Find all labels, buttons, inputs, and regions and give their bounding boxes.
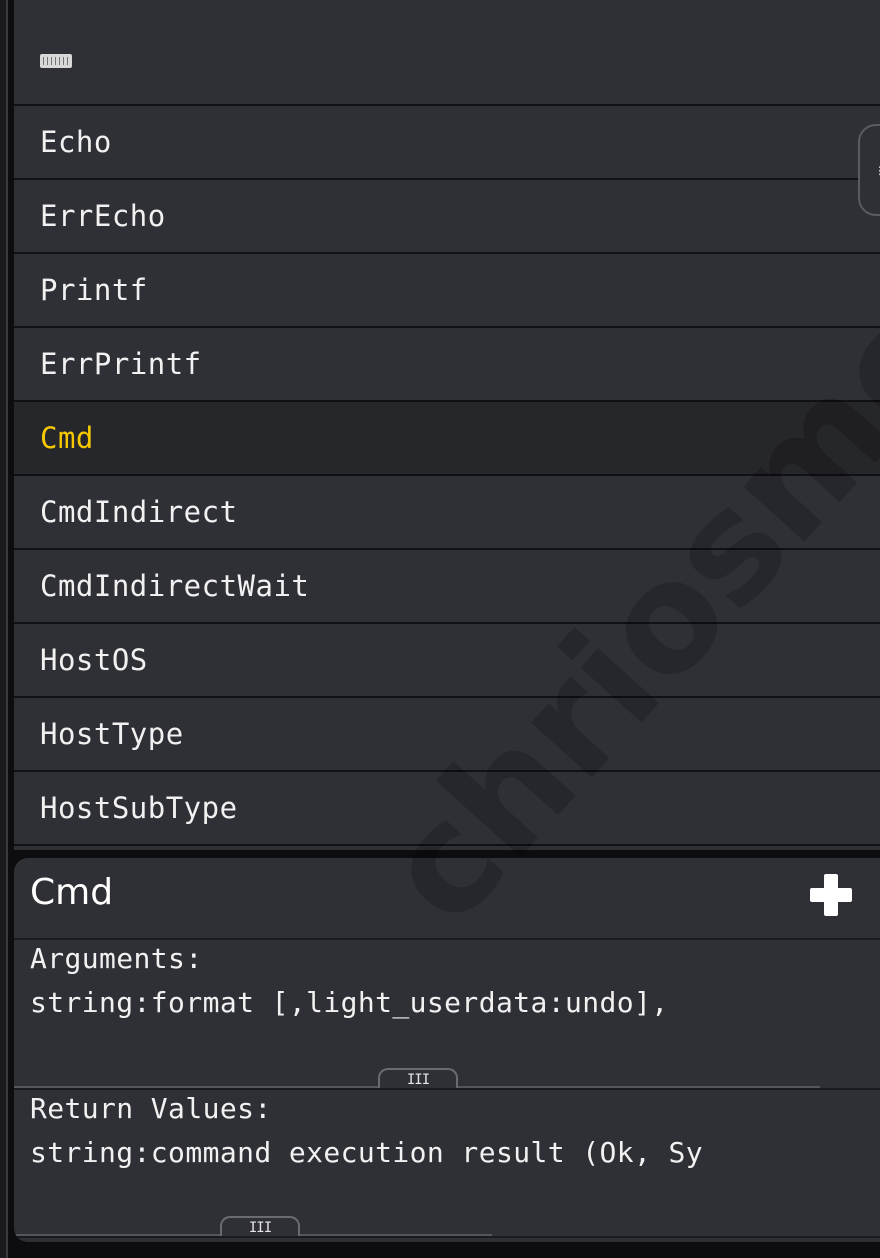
doc-title: Cmd: [30, 872, 114, 913]
arguments-heading: Arguments:: [30, 942, 203, 975]
doc-header: Cmd: [14, 858, 880, 940]
list-item-printf[interactable]: Printf: [14, 254, 880, 328]
plus-icon[interactable]: [810, 874, 852, 916]
documentation-panel: Cmd Arguments: string:format [,light_use…: [14, 858, 880, 1242]
return-values-text: string:command execution result (Ok, Sy: [30, 1136, 704, 1169]
list-item-cmdindirect[interactable]: CmdIndirect: [14, 476, 880, 550]
command-list-panel: Echo ErrEcho Printf ErrPrintf Cmd CmdInd…: [14, 0, 880, 850]
list-item-cmd[interactable]: Cmd: [14, 402, 880, 476]
command-list: Echo ErrEcho Printf ErrPrintf Cmd CmdInd…: [14, 106, 880, 846]
app-window: Echo ErrEcho Printf ErrPrintf Cmd CmdInd…: [0, 0, 880, 1258]
grip-handle-icon[interactable]: III: [220, 1216, 300, 1236]
return-values-heading: Return Values:: [30, 1092, 272, 1125]
keyboard-icon[interactable]: [40, 54, 72, 68]
list-item-hostsubtype[interactable]: HostSubType: [14, 772, 880, 846]
list-item-echo[interactable]: Echo: [14, 106, 880, 180]
toolbar: [14, 0, 880, 106]
list-item-hosttype[interactable]: HostType: [14, 698, 880, 772]
list-item-hostos[interactable]: HostOS: [14, 624, 880, 698]
window-edge: [0, 0, 8, 1258]
side-panel-handle[interactable]: ≡: [858, 124, 880, 216]
list-item-errecho[interactable]: ErrEcho: [14, 180, 880, 254]
arguments-resize-grip[interactable]: III: [14, 1068, 820, 1088]
arguments-section: Arguments: string:format [,light_userdat…: [14, 940, 880, 1090]
list-item-cmdindirectwait[interactable]: CmdIndirectWait: [14, 550, 880, 624]
grip-handle-icon[interactable]: III: [378, 1068, 458, 1088]
list-item-errprintf[interactable]: ErrPrintf: [14, 328, 880, 402]
return-values-resize-grip[interactable]: III: [14, 1216, 492, 1236]
arguments-text: string:format [,light_userdata:undo],: [30, 986, 669, 1019]
return-values-section: Return Values: string:command execution …: [14, 1090, 880, 1238]
